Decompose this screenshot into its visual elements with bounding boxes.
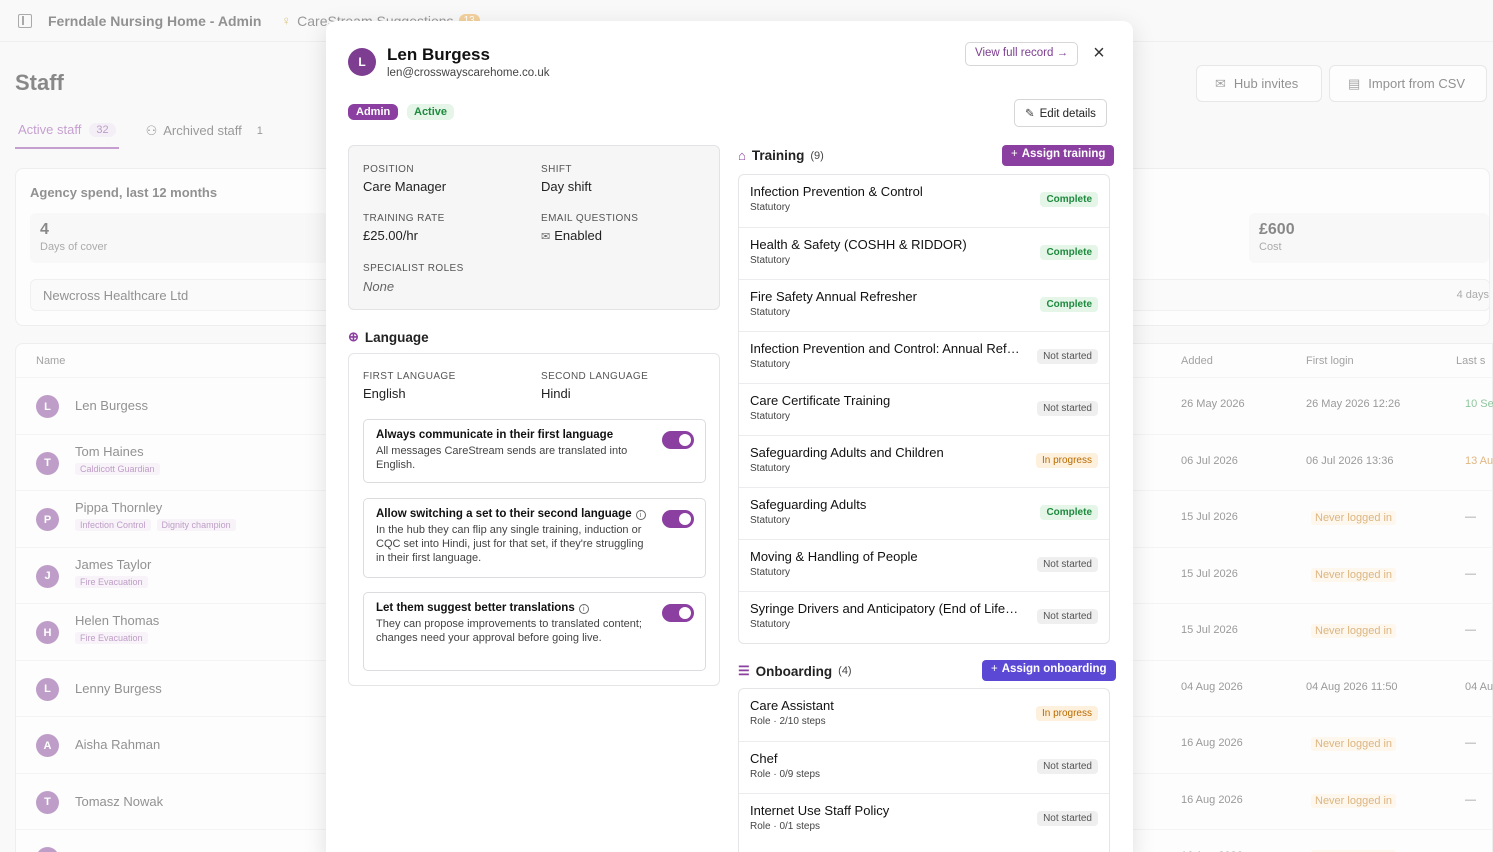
option-second-language: Allow switching a set to their second la… [363, 498, 706, 578]
field-value-specialist-roles: None [363, 279, 395, 294]
option-title: Allow switching a set to their second la… [376, 508, 632, 520]
status-badge: Not started [1037, 811, 1098, 826]
item-name: Fire Safety Annual Refresher [750, 289, 917, 304]
list-item[interactable]: Syringe Drivers and Anticipatory (End of… [739, 591, 1109, 643]
list-item[interactable]: Safeguarding Adults and Children Statutor… [739, 435, 1109, 487]
assign-training-label: Assign training [1021, 148, 1106, 160]
status-badge: Not started [1037, 609, 1098, 624]
list-item[interactable]: Fire Safety Annual Refresher Statutory Com… [739, 279, 1109, 331]
field-value-position: Care Manager [363, 179, 447, 194]
avatar: L [348, 48, 376, 76]
assign-onboarding-label: Assign onboarding [1001, 663, 1107, 675]
staff-detail-modal: L Len Burgess len@crosswayscarehome.co.u… [326, 21, 1133, 852]
option-description: All messages CareStream sends are transl… [376, 445, 628, 471]
item-name: Care Assistant [750, 698, 834, 713]
status-badge: Complete [1040, 245, 1098, 260]
field-label-first-language: FIRST LANGUAGE [363, 371, 456, 382]
item-name: Internet Use Staff Policy [750, 803, 890, 818]
status-badge: Not started [1037, 401, 1098, 416]
list-item[interactable]: Internet Use Staff Policy Role · 0/1 step… [739, 793, 1109, 845]
option-description: In the hub they can flip any single trai… [376, 524, 644, 564]
view-full-record-button[interactable]: View full record → [965, 42, 1079, 66]
list-item[interactable]: Chef Role · 0/9 steps Not started [739, 741, 1109, 793]
field-label-training-rate: TRAINING RATE [363, 213, 445, 224]
status-badge: In progress [1035, 706, 1098, 721]
item-name: Safeguarding Adults and Children [750, 445, 944, 460]
edit-details-button[interactable]: ✎ Edit details [1014, 99, 1107, 127]
language-title: Language [364, 329, 429, 345]
field-label-email-questions: EMAIL QUESTIONS [541, 213, 639, 224]
staff-email: len@crosswayscarehome.co.uk [387, 67, 550, 79]
status-badge: Not started [1037, 349, 1098, 364]
list-item[interactable]: Infection Prevention & Control Statutory C… [739, 175, 1109, 227]
language-card: FIRST LANGUAGE English SECOND LANGUAGE H… [348, 353, 720, 686]
option-first-language: Always communicate in their first langua… [363, 419, 706, 483]
pencil-icon: ✎ [1025, 108, 1035, 120]
list-item[interactable]: Safeguarding Adults Statutory Complete [739, 487, 1109, 539]
staff-details-card: POSITION Care Manager SHIFT Day shift TR… [348, 145, 720, 310]
close-icon[interactable]: × [1090, 42, 1108, 66]
field-label-second-language: SECOND LANGUAGE [541, 371, 649, 382]
list-item[interactable]: Care Assistant Role · 2/10 steps In progre… [739, 689, 1109, 741]
option-description: They can propose improvements to transla… [376, 618, 642, 644]
field-value-first-language: English [363, 386, 406, 401]
field-value-training-rate: £25.00/hr [363, 228, 418, 243]
onboarding-section-header: ☰ Onboarding (4) [738, 663, 852, 679]
onboarding-list: Care Assistant Role · 2/10 steps In progre… [738, 688, 1110, 852]
status-badge: Complete [1040, 505, 1098, 520]
item-name: Syringe Drivers and Anticipatory (End of… [750, 601, 1022, 616]
list-item[interactable]: Infection Prevention and Control: Annual… [739, 331, 1109, 383]
info-icon[interactable]: i [578, 604, 589, 614]
training-list: Infection Prevention & Control Statutory C… [738, 174, 1110, 644]
item-name: Moving & Handling of People [750, 549, 918, 564]
status-badge: Complete [1040, 192, 1098, 207]
field-value-second-language: Hindi [541, 386, 571, 401]
training-section-header: ⌂ Training (9) [738, 148, 824, 163]
field-label-shift: SHIFT [541, 164, 572, 175]
item-name: Safeguarding Adults [750, 497, 867, 512]
assign-training-button[interactable]: + Assign training [1002, 145, 1115, 166]
training-count: (9) [810, 149, 824, 162]
item-name: Health & Safety (COSHH & RIDDOR) [750, 237, 967, 252]
info-icon[interactable]: i [635, 510, 646, 520]
field-label-position: POSITION [363, 164, 414, 175]
plus-icon: + [1011, 148, 1018, 160]
list-item[interactable]: Care Certificate Training Statutory Not st… [739, 383, 1109, 435]
assign-onboarding-button[interactable]: + Assign onboarding [982, 660, 1116, 681]
option-suggest-translations: Let them suggest better translations i Th… [363, 592, 706, 671]
list-item[interactable]: Moving & Handling of People Statutory Not … [739, 539, 1109, 591]
field-label-specialist-roles: SPECIALIST ROLES [363, 263, 464, 274]
role-badge: Admin [348, 104, 399, 120]
globe-icon: ⊕ [348, 329, 359, 344]
checklist-icon: ☰ [738, 663, 750, 678]
plus-icon: + [991, 663, 998, 675]
toggle-first-language[interactable] [662, 431, 694, 449]
edit-details-label: Edit details [1039, 108, 1096, 120]
toggle-second-language[interactable] [662, 510, 694, 528]
staff-name: Len Burgess [387, 45, 490, 64]
field-value-email-questions: ✉ Enabled [541, 228, 602, 243]
list-item[interactable]: Health & Safety (COSHH & RIDDOR) Statutor… [739, 227, 1109, 279]
email-questions-value: Enabled [554, 228, 602, 243]
status-badge: Complete [1040, 297, 1098, 312]
item-name: Infection Prevention & Control [750, 184, 923, 199]
item-name: Chef [750, 751, 778, 766]
status-badge: In progress [1035, 453, 1098, 468]
graduation-cap-icon: ⌂ [738, 148, 746, 163]
item-name: Care Certificate Training [750, 393, 891, 408]
option-title: Always communicate in their first langua… [376, 429, 614, 441]
status-badge: Active [407, 104, 455, 120]
item-name: Infection Prevention and Control: Annual… [750, 341, 1022, 356]
language-section-header: ⊕ Language [348, 329, 429, 345]
training-title: Training [751, 148, 805, 163]
mail-icon: ✉ [541, 231, 551, 243]
onboarding-title: Onboarding [755, 663, 833, 679]
status-badge: Not started [1037, 557, 1098, 572]
onboarding-count: (4) [838, 665, 852, 677]
field-value-shift: Day shift [541, 179, 592, 194]
toggle-suggest-translations[interactable] [662, 604, 694, 622]
status-badge: Not started [1037, 759, 1098, 774]
option-title: Let them suggest better translations [376, 602, 575, 614]
